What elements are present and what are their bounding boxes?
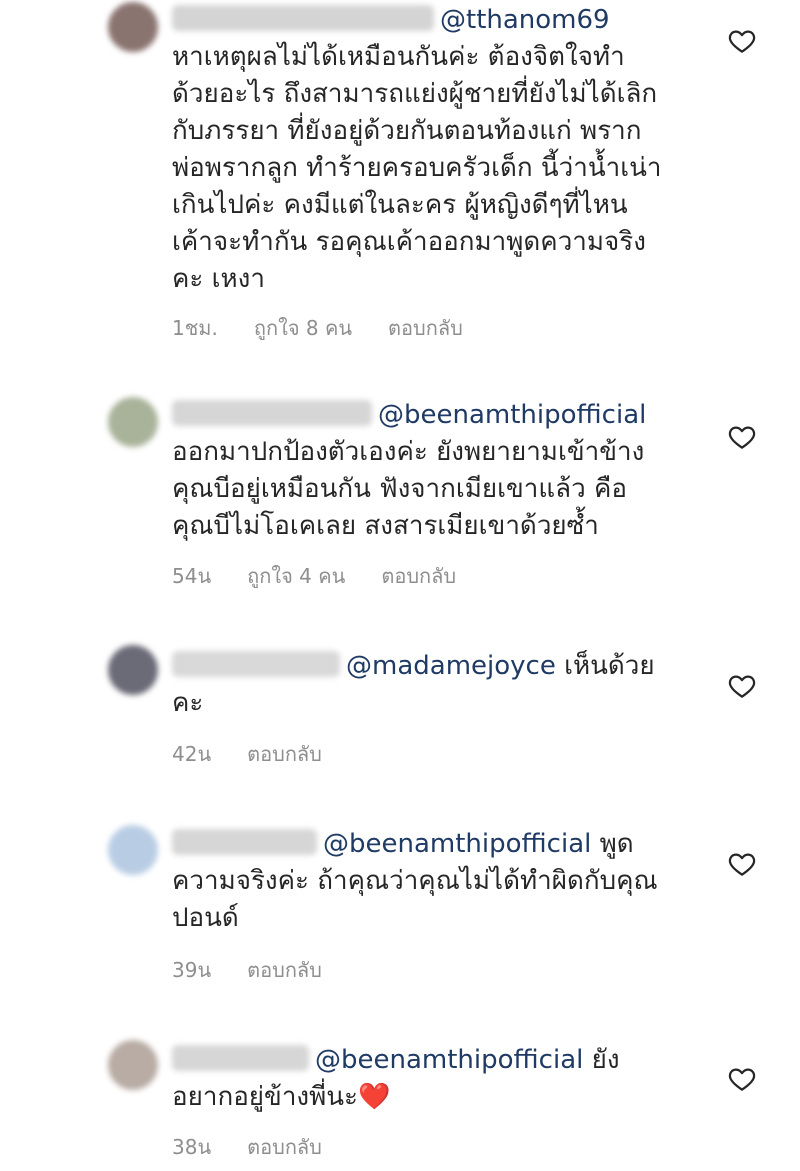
comment-line: ออกมาปกป้องตัวเองค่ะ ยังพยายามเข้าข้าง — [172, 437, 645, 467]
like-button[interactable] — [727, 671, 757, 701]
comment-line: หาเหตุผลไม่ได้เหมือนกันค่ะ ต้องจิตใจทำ — [172, 42, 625, 72]
mention-link[interactable]: @beenamthipofficial — [323, 829, 591, 859]
comment-line: กับภรรยา ที่ยังอยู่ด้วยกันตอนท้องแก่ พรา… — [172, 116, 642, 146]
avatar[interactable] — [108, 825, 158, 875]
mention-link[interactable]: @madamejoyce — [346, 651, 556, 681]
comment-text: @beenamthipofficial ยัง อยากอยู่ข้างพี่น… — [172, 1042, 702, 1116]
comment-meta: 38น ตอบกลับ — [172, 1131, 358, 1163]
heart-outline-icon — [728, 426, 756, 449]
comment-meta: 39น ตอบกลับ — [172, 954, 358, 986]
comment-line: พูด — [591, 829, 634, 859]
comment-line: เกินไปค่ะ คงมีแต่ในละคร ผู้หญิงดีๆที่ไหน — [172, 190, 628, 220]
username[interactable] — [172, 651, 340, 677]
comment-line: เห็นด้วย — [555, 651, 655, 681]
comment-line: ด้วยอะไร ถึงสามารถแย่งผู้ชายที่ยังไม่ได้… — [172, 79, 658, 109]
reply-button[interactable]: ตอบกลับ — [247, 958, 322, 982]
username[interactable] — [172, 5, 434, 31]
heart-outline-icon — [728, 853, 756, 876]
comment-line: คุณบีไม่โอเคเลย สงสารเมียเขาด้วยซ้ำ — [172, 511, 599, 541]
timestamp: 1ชม. — [172, 316, 218, 340]
mention-link[interactable]: @beenamthipofficial — [378, 400, 646, 430]
avatar[interactable] — [108, 1040, 158, 1090]
comment-line: ยัง — [583, 1045, 620, 1075]
avatar[interactable] — [108, 397, 158, 447]
likes-count[interactable]: ถูกใจ 8 คน — [254, 316, 352, 340]
avatar[interactable] — [108, 2, 158, 52]
comment-text: @tthanom69 หาเหตุผลไม่ได้เหมือนกันค่ะ ต้… — [172, 2, 702, 298]
reply-button[interactable]: ตอบกลับ — [247, 742, 322, 766]
comment-line: คะ — [172, 688, 204, 718]
comment-text: @beenamthipofficial พูด ความจริงค่ะ ถ้าค… — [172, 826, 702, 937]
like-button[interactable] — [727, 1064, 757, 1094]
heart-outline-icon — [728, 30, 756, 53]
comment-line: ความจริงค่ะ ถ้าคุณว่าคุณไม่ได้ทำผิดกับคุ… — [172, 866, 658, 896]
avatar[interactable] — [108, 645, 158, 695]
comment-line: คะ เหงา — [172, 264, 265, 294]
comment-meta: 54น ถูกใจ 4 คน ตอบกลับ — [172, 560, 492, 592]
heart-outline-icon — [728, 1068, 756, 1091]
username[interactable] — [172, 829, 317, 855]
comment-line: พ่อพรากลูก ทำร้ายครอบครัวเด็ก นี้ว่าน้ำเ… — [172, 153, 662, 183]
likes-count[interactable]: ถูกใจ 4 คน — [247, 564, 345, 588]
comment-text: @beenamthipofficial ออกมาปกป้องตัวเองค่ะ… — [172, 397, 702, 545]
comment-text: @madamejoyce เห็นด้วย คะ — [172, 648, 702, 722]
timestamp: 39น — [172, 958, 212, 982]
like-button[interactable] — [727, 849, 757, 879]
comment-line: อยากอยู่ข้างพี่นะ — [172, 1082, 358, 1112]
heart-outline-icon — [728, 675, 756, 698]
reply-button[interactable]: ตอบกลับ — [247, 1135, 322, 1159]
like-button[interactable] — [727, 422, 757, 452]
username[interactable] — [172, 1045, 309, 1071]
like-button[interactable] — [727, 26, 757, 56]
mention-link[interactable]: @tthanom69 — [440, 5, 610, 35]
timestamp: 54น — [172, 564, 212, 588]
username[interactable] — [172, 400, 372, 426]
timestamp: 38น — [172, 1135, 212, 1159]
comment-line: เค้าจะทำกัน รอคุณเค้าออกมาพูดความจริง — [172, 227, 646, 257]
reply-button[interactable]: ตอบกลับ — [388, 316, 463, 340]
comment-meta: 1ชม. ถูกใจ 8 คน ตอบกลับ — [172, 312, 499, 344]
timestamp: 42น — [172, 742, 212, 766]
comment-meta: 42น ตอบกลับ — [172, 738, 358, 770]
red-heart-emoji: ❤️ — [358, 1082, 391, 1112]
comment-line: ปอนด์ — [172, 903, 239, 933]
mention-link[interactable]: @beenamthipofficial — [315, 1045, 583, 1075]
reply-button[interactable]: ตอบกลับ — [381, 564, 456, 588]
comment-line: คุณบีอยู่เหมือนกัน ฟังจากเมียเขาแล้ว คือ — [172, 474, 627, 504]
